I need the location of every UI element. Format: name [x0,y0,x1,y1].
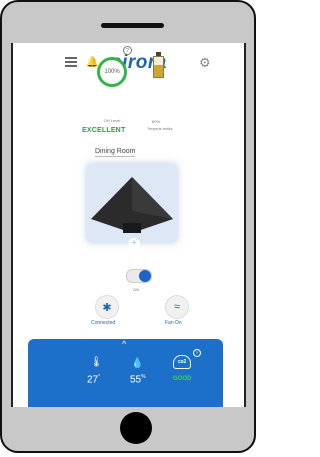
bell-icon[interactable]: 🔔 [86,57,98,68]
earpiece [101,23,164,28]
humidity-icon: 💧 [131,358,144,369]
co2-status: GOOD [173,376,192,382]
top-bar: 🔔 airora ⚙ [13,52,244,75]
bluetooth-button[interactable]: ✱ [95,295,119,319]
power-label: ON [133,287,139,292]
temperature-value: 27° [87,374,101,386]
bottle-label: Terpene bottle [147,126,173,131]
power-toggle[interactable] [126,269,152,283]
fan-label: Fan On [165,320,182,326]
oh-status: EXCELLENT [82,127,126,134]
stats-panel[interactable]: ^ 🌡 27° 💧 55% co2 ? GOOD [28,339,223,407]
connected-label: Connected [91,320,116,326]
fan-button[interactable]: ≈ [165,295,189,319]
diffuser-device-image [91,177,173,233]
co2-info-icon[interactable]: ? [193,349,201,357]
bottle-fill [154,65,163,77]
menu-icon[interactable] [65,57,77,67]
bottle-percent: 60% [152,119,161,124]
phone-frame: 🔔 airora ⚙ 100% ? OH Level EXCELLENT 60%… [0,0,256,453]
co2-icon: co2 [173,355,191,369]
oh-info-icon[interactable]: ? [123,46,132,55]
room-name[interactable]: Dining Room [95,148,136,157]
terpene-bottle-icon [153,52,164,78]
bluetooth-icon: ✱ [102,301,112,314]
oh-level-ring: 100% [97,57,127,87]
chevron-up-icon[interactable]: ^ [122,339,126,349]
gear-icon[interactable]: ⚙ [199,55,211,71]
add-device-icon[interactable]: + [128,238,140,250]
fan-icon: ≈ [173,301,181,313]
thermometer-icon: 🌡 [90,357,103,368]
oh-level-label: OH Level [103,118,121,123]
humidity-value: 55% [130,374,146,386]
home-button[interactable] [120,412,152,444]
